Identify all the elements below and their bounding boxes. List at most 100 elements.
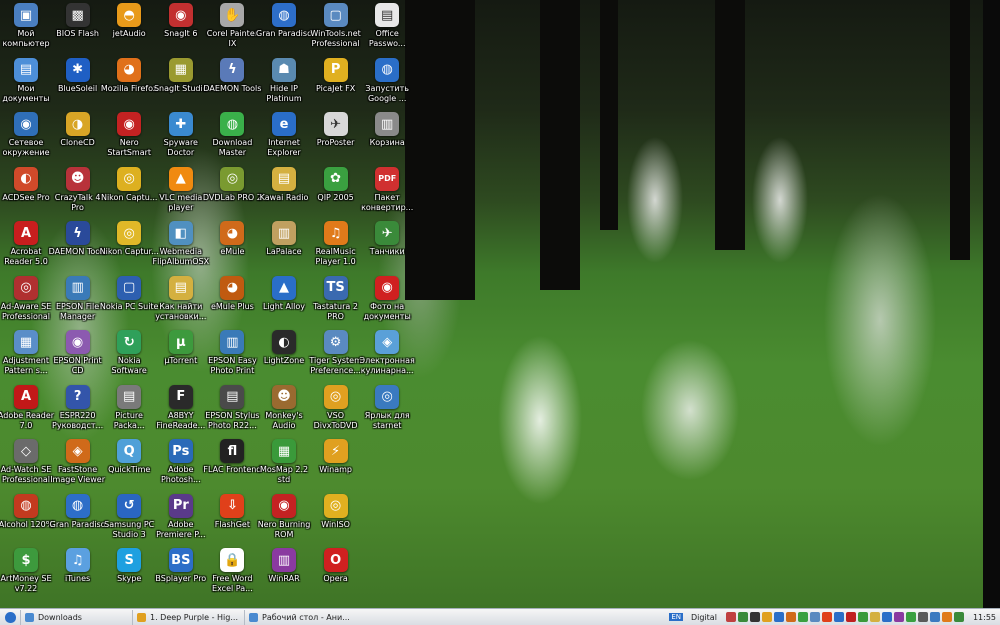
tray-icon[interactable] xyxy=(893,612,904,622)
desktop-icon[interactable]: ▥ WinRAR xyxy=(256,548,312,584)
desktop-icon[interactable]: Ps Adobe Photosh... xyxy=(153,439,209,485)
desktop-icon[interactable]: ✱ BlueSoleil xyxy=(50,57,106,94)
taskbar-button-downloads[interactable]: Downloads xyxy=(20,609,132,625)
desktop-icon[interactable]: ↻ Nokia Software xyxy=(101,330,157,376)
desktop-icon[interactable]: ▥ EPSON File Manager xyxy=(50,275,106,322)
desktop-icon[interactable]: BS BSplayer Pro xyxy=(153,548,209,584)
desktop-icon[interactable]: ▢ Nokia PC Suite xyxy=(100,275,158,312)
tray-icon[interactable] xyxy=(905,612,916,622)
desktop-icon[interactable]: ◍ Gran Paradiso xyxy=(256,3,312,39)
desktop-icon[interactable]: ◎ Nikon Captu... xyxy=(101,166,157,203)
tray-icon[interactable] xyxy=(737,612,748,622)
desktop-icon[interactable]: S Skype xyxy=(101,548,157,584)
tray-icon[interactable] xyxy=(785,612,796,622)
desktop-icon[interactable]: ◉ Сетевое окружение xyxy=(0,112,54,158)
tray-icon[interactable] xyxy=(797,612,808,622)
desktop-icon[interactable]: ◧ Webmedia FlipAlbumOSX xyxy=(152,221,209,267)
tray-icon[interactable] xyxy=(749,612,760,622)
desktop-icon[interactable]: ▤ Kawai Radio xyxy=(256,166,312,203)
tray-icon[interactable] xyxy=(809,612,820,622)
desktop-icon[interactable]: ▣ Мой компьютер xyxy=(0,3,54,49)
desktop-icon[interactable]: ▤ EPSON Stylus Photo R22... xyxy=(204,384,260,431)
tray-icon[interactable] xyxy=(869,612,880,622)
desktop-icon[interactable]: ◉ Nero Burning ROM xyxy=(256,493,312,540)
language-indicator[interactable]: EN xyxy=(665,610,687,625)
desktop-icon[interactable]: fl FLAC Frontend xyxy=(203,439,261,475)
clock[interactable]: 11:55 xyxy=(969,610,1000,625)
desktop-icon[interactable]: ▦ MosMap 2.2 std xyxy=(256,439,312,485)
desktop-icon[interactable]: A Adobe Reader 7.0 xyxy=(0,384,54,431)
tray-icon[interactable] xyxy=(941,612,952,622)
desktop-icon[interactable]: ◕ eMule Plus xyxy=(204,275,260,312)
desktop-icon[interactable]: ⚙ Tiger System Preference... xyxy=(308,330,364,376)
desktop-icon[interactable]: ♫ iTunes xyxy=(50,548,106,584)
desktop-icon[interactable]: ◍ Запустить Google ... xyxy=(359,57,415,104)
desktop-icon[interactable]: ✚ Spyware Doctor xyxy=(153,112,209,158)
desktop-icon[interactable]: ◉ Фото на документы xyxy=(359,275,415,322)
tray-icon[interactable] xyxy=(917,612,928,622)
desktop-icon[interactable]: ◇ Ad-Watch SE Professional xyxy=(0,439,54,485)
desktop-icon[interactable]: 🔒 Free Word Excel Pa... xyxy=(204,548,260,594)
desktop-icon[interactable]: F A8BYY FineReade... xyxy=(153,384,209,431)
desktop-icon[interactable]: ✈ ProPoster xyxy=(308,112,364,148)
desktop-icon[interactable]: ▤ Office Passwo... xyxy=(359,3,415,49)
desktop-icon[interactable]: ◍ Gran Paradiso xyxy=(50,493,106,530)
desktop-icon[interactable]: ◎ DVDLab PRO 2 xyxy=(203,166,262,203)
desktop-icon[interactable]: ϟ DAEMON Tools xyxy=(49,221,107,257)
desktop-icon[interactable]: PDF Пакет конвертир... xyxy=(359,166,415,213)
desktop-icon[interactable]: ◎ Ad-Aware SE Professional xyxy=(0,275,54,322)
desktop-icon[interactable]: ◎ WinISO xyxy=(308,493,364,530)
desktop-icon[interactable]: ◕ eMule xyxy=(204,221,260,257)
desktop-icon[interactable]: ◍ Download Master xyxy=(204,112,260,158)
desktop-icon[interactable]: ⇩ FlashGet xyxy=(204,493,260,530)
tray-icon[interactable] xyxy=(845,612,856,622)
desktop-icon[interactable]: ◎ VSO DivxToDVD xyxy=(308,384,364,431)
desktop-icon[interactable]: P PicaJet FX xyxy=(308,57,364,94)
desktop-icon[interactable]: ☗ Hide IP Platinum xyxy=(256,57,312,104)
desktop-icon[interactable]: ▦ SnagIt Studio xyxy=(153,57,209,94)
tray-icon[interactable] xyxy=(857,612,868,622)
tray-icon[interactable] xyxy=(821,612,832,622)
desktop-icon[interactable]: Q QuickTime xyxy=(101,439,157,475)
tray-icon[interactable] xyxy=(881,612,892,622)
desktop-icon[interactable]: ▤ Как найти установки... xyxy=(153,275,209,322)
desktop-icon[interactable]: ✈ Танчики xyxy=(359,221,415,257)
tray-icon[interactable] xyxy=(953,612,964,622)
desktop-icon[interactable]: ▩ BIOS Flash xyxy=(50,3,106,39)
desktop-icon[interactable]: ✋ Corel Painter IX xyxy=(204,3,260,49)
desktop-icon[interactable]: ✿ QIP 2005 xyxy=(308,166,364,203)
desktop-icon[interactable]: Pr Adobe Premiere P... xyxy=(153,493,209,540)
desktop-icon[interactable]: ↺ Samsung PC Studio 3 xyxy=(101,493,157,540)
desktop-icon[interactable]: ⚡ Winamp xyxy=(308,439,364,475)
desktop-icon[interactable]: ☻ Monkey's Audio xyxy=(256,384,312,431)
tray-icon[interactable] xyxy=(761,612,772,622)
desktop-icon[interactable]: O Opera xyxy=(308,548,364,584)
desktop-icon[interactable]: ◎ Ярлык для starnet xyxy=(359,384,415,431)
desktop-icon[interactable]: ▲ Light Alloy xyxy=(256,275,312,312)
desktop-icon[interactable]: ◎ Nikon Captur... xyxy=(100,221,159,257)
desktop-icon[interactable]: ◐ LightZone xyxy=(256,330,312,366)
desktop-icon[interactable]: ◈ Электронная кулинарна... xyxy=(359,330,415,376)
desktop-icon[interactable]: ▥ LaPalace xyxy=(256,221,312,257)
desktop-icon[interactable]: ▢ WinTools.net Professional xyxy=(308,3,364,49)
tray-icon[interactable] xyxy=(725,612,736,622)
desktop-icon[interactable]: $ ArtMoney SE v7.22 xyxy=(0,548,54,594)
desktop-icon[interactable]: ? ESPR220 Руководст... xyxy=(50,384,106,431)
desktop-icon[interactable]: ◐ ACDSee Pro xyxy=(0,166,54,203)
desktop-icon[interactable]: ▤ Мои документы xyxy=(0,57,54,104)
desktop-icon[interactable]: ▥ Корзина xyxy=(359,112,415,148)
desktop-icon[interactable]: ϟ DAEMON Tools xyxy=(203,57,261,94)
desktop-icon[interactable]: ♫ RealMusic Player 1.0 xyxy=(308,221,364,267)
desktop-icon[interactable]: ▲ VLC media player xyxy=(153,166,209,213)
desktop-icon[interactable]: ◍ Alcohol 120% xyxy=(0,493,54,530)
desktop-icon[interactable]: ◑ CloneCD xyxy=(50,112,106,148)
desktop-icon[interactable]: ▤ Picture Packa... xyxy=(101,384,157,431)
tray-icon[interactable] xyxy=(833,612,844,622)
desktop-icon[interactable]: ☻ CrazyTalk 4 Pro xyxy=(50,166,106,213)
desktop-icon[interactable]: TS Tastatura 2 PRO xyxy=(308,275,364,322)
desktop-icon[interactable]: ▥ EPSON Easy Photo Print xyxy=(204,330,260,376)
desktop-icon[interactable]: ◉ Nero StartSmart xyxy=(101,112,157,158)
network-indicator[interactable]: Digital xyxy=(687,610,721,625)
desktop-icon[interactable]: ▦ Adjustment Pattern s... xyxy=(0,330,54,376)
desktop-icon[interactable]: e Internet Explorer xyxy=(256,112,312,158)
